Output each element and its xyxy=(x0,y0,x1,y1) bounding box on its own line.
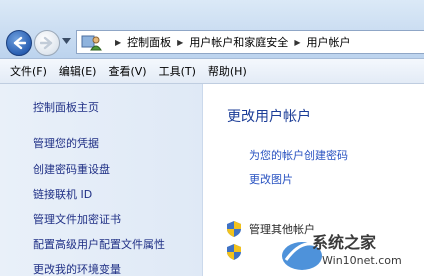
menu-edit[interactable]: 编辑(E) xyxy=(53,63,103,79)
back-arrow-icon xyxy=(13,36,26,50)
task-pane: 控制面板主页 管理您的凭据 创建密码重设盘 链接联机 ID 管理文件加密证书 配… xyxy=(0,84,203,276)
create-password-link[interactable]: 为您的帐户创建密码 xyxy=(249,147,348,163)
create-password-reset-disk-link[interactable]: 创建密码重设盘 xyxy=(33,161,110,177)
change-environment-variables-link[interactable]: 更改我的环境变量 xyxy=(33,261,121,277)
manage-other-accounts-link[interactable]: 管理其他帐户 xyxy=(249,221,315,237)
breadcrumb-separator-icon: ▶ xyxy=(115,37,122,47)
manage-credentials-link[interactable]: 管理您的凭据 xyxy=(33,135,99,151)
menu-help[interactable]: 帮助(H) xyxy=(202,63,253,79)
watermark-text: 系统之家 xyxy=(312,233,377,252)
breadcrumb-control-panel[interactable]: 控制面板 xyxy=(127,34,171,50)
forward-button[interactable] xyxy=(34,30,60,56)
control-panel-users-icon xyxy=(81,35,102,51)
breadcrumb-separator-icon: ▶ xyxy=(294,37,301,47)
menu-bar: 文件(F) 编辑(E) 查看(V) 工具(T) 帮助(H) xyxy=(0,59,424,84)
menu-tools[interactable]: 工具(T) xyxy=(153,63,202,79)
menu-view[interactable]: 查看(V) xyxy=(102,63,152,79)
back-button[interactable] xyxy=(6,30,32,56)
menu-file[interactable]: 文件(F) xyxy=(0,63,53,79)
watermark-url: Win10net.com xyxy=(322,254,402,267)
control-panel-home-link[interactable]: 控制面板主页 xyxy=(33,99,99,115)
address-bar: ▶ 控制面板 ▶ 用户帐户和家庭安全 ▶ 用户帐户 xyxy=(0,0,424,59)
forward-arrow-icon xyxy=(40,36,53,50)
breadcrumb-user-accounts[interactable]: 用户帐户 xyxy=(306,34,350,50)
manage-encryption-certificates-link[interactable]: 管理文件加密证书 xyxy=(33,211,121,227)
uac-shield-icon xyxy=(227,221,241,237)
advanced-profile-properties-link[interactable]: 配置高级用户配置文件属性 xyxy=(33,236,165,252)
breadcrumb-user-accounts-family-safety[interactable]: 用户帐户和家庭安全 xyxy=(189,34,288,50)
breadcrumb[interactable]: ▶ 控制面板 ▶ 用户帐户和家庭安全 ▶ 用户帐户 xyxy=(76,30,424,54)
breadcrumb-separator-icon: ▶ xyxy=(177,37,184,47)
page-title: 更改用户帐户 xyxy=(227,109,311,125)
link-online-id-link[interactable]: 链接联机 ID xyxy=(33,186,92,202)
change-picture-link[interactable]: 更改图片 xyxy=(249,171,293,187)
uac-shield-icon xyxy=(227,244,241,260)
recent-pages-dropdown-icon[interactable] xyxy=(62,38,71,45)
